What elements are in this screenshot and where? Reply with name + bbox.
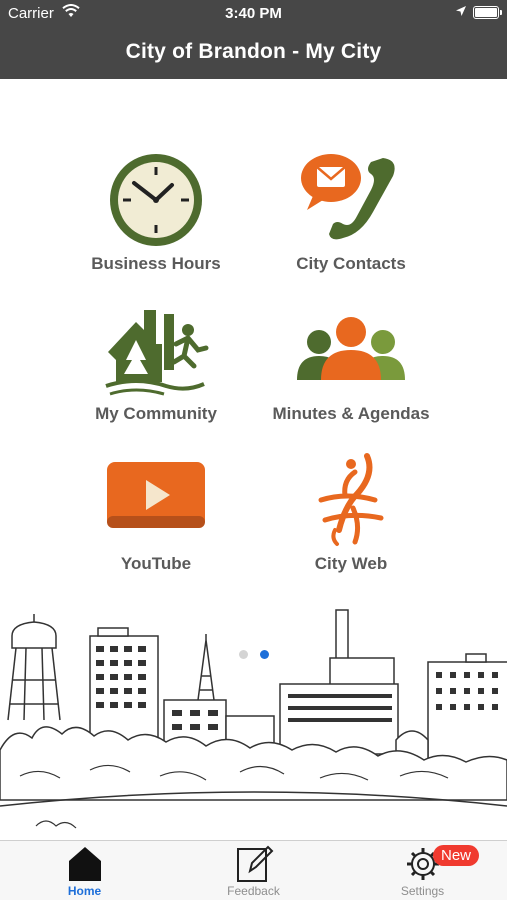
settings-new-badge: New <box>433 845 480 866</box>
tile-label: Minutes & Agendas <box>272 404 430 423</box>
tile-label: My Community <box>95 404 217 423</box>
home-icon <box>68 847 101 881</box>
city-skyline-illustration <box>0 609 507 829</box>
page-control[interactable] <box>0 646 507 664</box>
status-bar: Carrier 3:40 PM <box>0 0 507 26</box>
tile-my-community[interactable]: My Community <box>56 300 256 424</box>
feedback-icon <box>236 845 273 882</box>
tab-bar: Home Feedback Settings New <box>0 840 507 900</box>
location-arrow-icon <box>456 6 466 16</box>
community-icon <box>105 310 209 396</box>
page-dot[interactable] <box>238 650 248 659</box>
page-dot-active[interactable] <box>259 650 269 659</box>
clock-icon <box>110 154 202 246</box>
page-title: City of Brandon - My City <box>125 40 382 63</box>
tile-city-web[interactable]: City Web <box>251 450 451 574</box>
youtube-play-icon <box>107 462 205 528</box>
tile-label: City Web <box>314 554 388 573</box>
tile-youtube[interactable]: YouTube <box>56 450 256 574</box>
city-web-logo-icon <box>318 453 384 546</box>
tab-home[interactable]: Home <box>0 841 169 900</box>
phone-email-icon <box>301 154 395 240</box>
status-time: 3:40 PM <box>225 5 282 22</box>
tile-label: Business Hours <box>91 254 221 273</box>
top-bar: Carrier 3:40 PM City of Brandon - My Cit… <box>0 0 507 79</box>
battery-icon <box>473 6 502 19</box>
tile-minutes-agendas[interactable]: Minutes & Agendas <box>251 300 451 424</box>
tab-label: Home <box>67 884 102 898</box>
tile-business-hours[interactable]: Business Hours <box>56 150 256 274</box>
people-group-icon <box>297 317 405 380</box>
tab-label: Feedback <box>227 884 280 898</box>
tab-settings[interactable]: Settings <box>338 841 507 900</box>
tab-feedback[interactable]: Feedback <box>169 841 338 900</box>
tab-label: Settings <box>400 884 445 898</box>
tile-city-contacts[interactable]: City Contacts <box>251 150 451 274</box>
tile-label: City Contacts <box>296 254 406 273</box>
tile-label: YouTube <box>120 554 192 573</box>
